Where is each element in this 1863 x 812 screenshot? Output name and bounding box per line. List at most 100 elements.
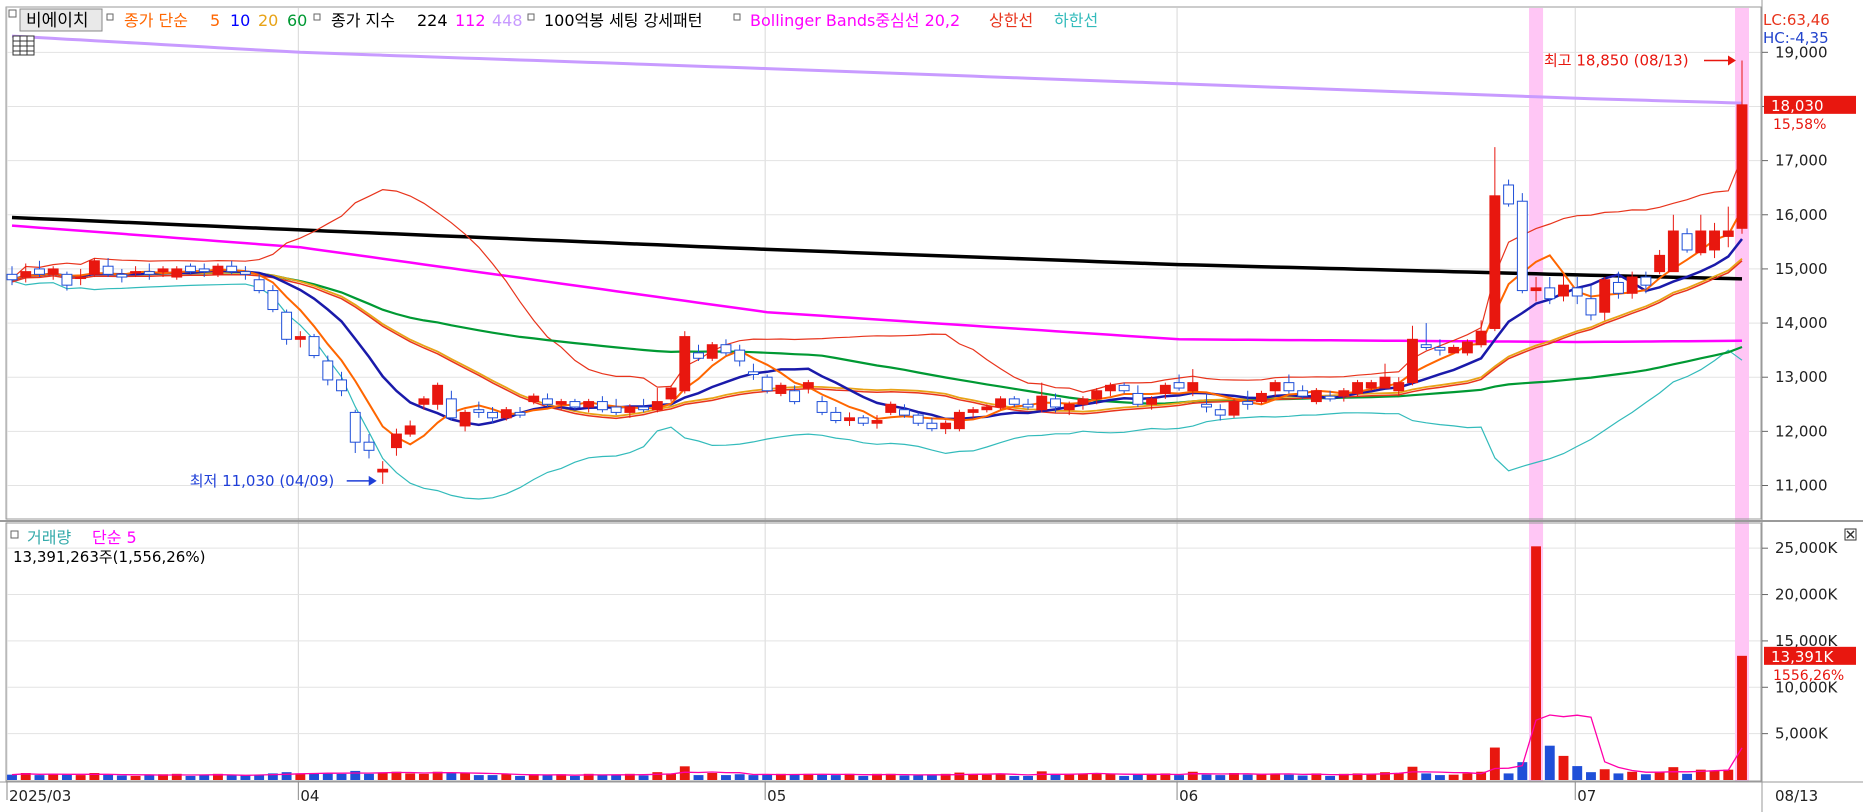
- y-tick-label: 14,000: [1775, 314, 1828, 332]
- volume-bar: [515, 775, 525, 780]
- volume-bar: [1325, 775, 1336, 780]
- candle: [308, 333, 320, 359]
- volume-bar: [734, 774, 745, 780]
- y-tick-label: 12,000: [1775, 422, 1828, 440]
- legend-marker: [733, 13, 741, 21]
- volume-bar: [364, 773, 374, 780]
- stock-chart-canvas: 11,000 12,000 13,000 14,000 15,000 16,000 17,0…: [0, 0, 1863, 812]
- volume-bar: [1174, 775, 1185, 780]
- hc-value: HC:-4,35: [1763, 29, 1829, 47]
- index-period-448[interactable]: 448: [492, 11, 523, 30]
- candle: [1461, 339, 1473, 356]
- volume-bar: [226, 775, 237, 780]
- index-label[interactable]: 종가 지수: [331, 11, 395, 30]
- volume-bar: [1709, 770, 1720, 780]
- volume-bar: [1448, 774, 1459, 780]
- close-icon[interactable]: [1844, 528, 1857, 541]
- legend-marker: [10, 530, 19, 539]
- candle: [1228, 398, 1240, 418]
- last-price-value: 18,030: [1771, 97, 1824, 115]
- table-view-icon[interactable]: [12, 35, 35, 56]
- volume-bar: [1366, 774, 1377, 780]
- volume-bar: [1544, 745, 1555, 780]
- candle: [679, 331, 691, 394]
- candle: [88, 258, 100, 278]
- volume-bar: [652, 772, 663, 780]
- volume-bar: [61, 774, 72, 780]
- pattern-label[interactable]: 100억봉 세팅 강세패턴: [544, 11, 702, 30]
- volume-bar: [611, 775, 622, 780]
- volume-summary: 13,391,263주(1,556,26%): [13, 548, 205, 566]
- volume-bar: [130, 775, 141, 780]
- volume-bar: [1242, 774, 1253, 780]
- volume-bar: [487, 775, 498, 780]
- bollinger-upper-label[interactable]: 상한선: [989, 11, 1033, 30]
- candle: [706, 342, 718, 361]
- volume-bar: [748, 775, 759, 780]
- high-annotation: 최고 18,850 (08/13): [1544, 51, 1689, 69]
- volume-title[interactable]: 거래량: [27, 528, 71, 547]
- volume-bar: [1201, 774, 1212, 780]
- bollinger-label[interactable]: Bollinger Bands중심선 20,2: [750, 11, 960, 30]
- stock-name[interactable]: 비에이치: [26, 11, 89, 31]
- volume-bar: [405, 773, 416, 780]
- candle: [761, 374, 773, 394]
- volume-bar: [707, 772, 718, 780]
- volume-bar: [418, 773, 429, 780]
- volume-bar: [1531, 546, 1541, 780]
- volume-bar: [968, 774, 979, 780]
- volume-bar: [350, 770, 361, 780]
- volume-bar: [240, 775, 251, 780]
- volume-tick-label: 5,000K: [1775, 725, 1829, 743]
- y-tick-label: 13,000: [1775, 368, 1828, 386]
- volume-bar: [1489, 747, 1500, 780]
- volume-bar: [913, 775, 924, 780]
- volume-bar: [1572, 766, 1583, 780]
- volume-bar: [1297, 775, 1308, 780]
- volume-bar: [1009, 775, 1020, 780]
- volume-bar: [721, 775, 731, 780]
- index-period-224[interactable]: 224: [417, 11, 448, 30]
- volume-bar: [789, 774, 800, 780]
- volume-bar: [1105, 773, 1116, 780]
- volume-bar: [899, 775, 910, 780]
- volume-bar: [817, 774, 828, 780]
- last-date-label: 08/13: [1775, 787, 1818, 805]
- legend-marker: [527, 13, 535, 21]
- volume-bar: [1421, 773, 1432, 780]
- bollinger-lower-label[interactable]: 하한선: [1054, 11, 1098, 30]
- volume-bar: [995, 773, 1006, 780]
- ma-label[interactable]: 종가 단순: [124, 11, 188, 30]
- last-price-pct: 15,58%: [1773, 117, 1826, 133]
- volume-bar: [1187, 771, 1198, 780]
- ma-period-60[interactable]: 60: [287, 11, 307, 30]
- volume-bar: [473, 775, 484, 780]
- volume-bar: [199, 775, 210, 780]
- volume-bar: [954, 772, 965, 780]
- volume-bar: [309, 773, 320, 780]
- y-tick-label: 11,000: [1775, 477, 1828, 495]
- candle: [1310, 388, 1322, 405]
- volume-bar: [144, 775, 155, 780]
- volume-bar: [542, 775, 553, 780]
- x-tick-label: 04: [300, 787, 319, 805]
- volume-bar: [281, 772, 292, 780]
- volume-tick-label: 25,000K: [1775, 539, 1838, 557]
- volume-bar: [1613, 773, 1624, 780]
- volume-bar: [103, 774, 114, 780]
- x-tick-label: 07: [1577, 787, 1596, 805]
- volume-bar: [693, 775, 704, 780]
- ma-period-10[interactable]: 10: [230, 11, 250, 30]
- volume-bar: [185, 775, 196, 780]
- legend-marker: [8, 9, 17, 18]
- y-tick-label: 17,000: [1775, 152, 1828, 170]
- volume-bar: [830, 775, 841, 780]
- volume-ma-label[interactable]: 단순 5: [92, 528, 137, 547]
- volume-bar: [1682, 773, 1693, 780]
- volume-bar: [1640, 774, 1651, 780]
- ma-period-5[interactable]: 5: [210, 11, 220, 30]
- legend-bar: 비에이치 종가 단순 5 10 20 60 종가 지수 224 112 448 …: [8, 8, 1098, 32]
- ma-period-20[interactable]: 20: [258, 11, 278, 30]
- index-period-112[interactable]: 112: [455, 11, 486, 30]
- volume-bar: [460, 772, 471, 780]
